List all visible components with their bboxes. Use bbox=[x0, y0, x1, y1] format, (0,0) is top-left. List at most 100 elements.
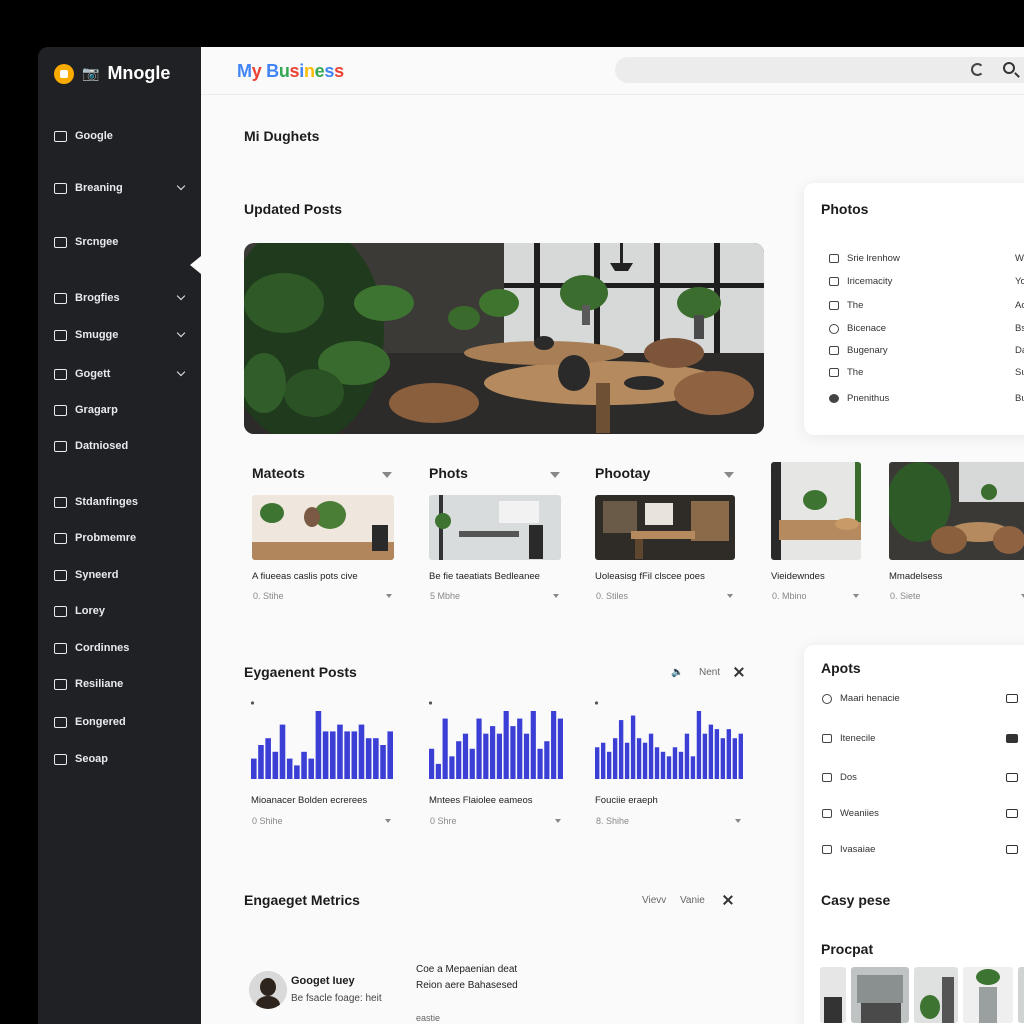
photo-item-icon bbox=[829, 277, 839, 286]
chart-bar bbox=[530, 711, 536, 779]
chart-dropdown-icon[interactable] bbox=[385, 819, 391, 823]
procpat-thumb-5[interactable] bbox=[1018, 967, 1024, 1023]
card-dropdown-icon[interactable] bbox=[382, 472, 392, 478]
engagement-next-link[interactable]: Nent bbox=[699, 667, 720, 678]
meta-dropdown-icon[interactable] bbox=[386, 594, 392, 598]
hero-cafe-image[interactable] bbox=[244, 243, 764, 434]
post-card-thumbnail[interactable] bbox=[429, 495, 561, 560]
photos-list-item[interactable]: Iricemacity bbox=[829, 276, 892, 287]
procpat-thumb-4[interactable] bbox=[963, 967, 1013, 1023]
photo-item-label: Iricemacity bbox=[847, 276, 893, 287]
apots-action-icon[interactable] bbox=[1006, 734, 1018, 743]
chart-bar bbox=[329, 731, 336, 779]
apots-action-icon[interactable] bbox=[1006, 809, 1018, 818]
post-card-thumbnail[interactable] bbox=[771, 462, 861, 560]
apots-list-item[interactable]: Itenecile bbox=[822, 733, 875, 744]
metrics-vanie-link[interactable]: Vanie bbox=[680, 895, 705, 906]
engagement-close-icon[interactable] bbox=[733, 666, 745, 678]
chart-bar bbox=[595, 747, 600, 779]
card-dropdown-icon[interactable] bbox=[724, 472, 734, 478]
sidebar-item[interactable]: Gogett bbox=[54, 367, 188, 380]
post-card-thumbnail[interactable] bbox=[252, 495, 394, 560]
chart-bar bbox=[666, 756, 672, 779]
chart-bar bbox=[630, 715, 636, 779]
card-dropdown-icon[interactable] bbox=[550, 472, 560, 478]
apots-action-icon[interactable] bbox=[1006, 845, 1018, 854]
sidebar-item[interactable]: Resiliane bbox=[54, 678, 188, 690]
sidebar-item[interactable]: Smugge bbox=[54, 328, 188, 341]
sidebar-item[interactable]: Google bbox=[54, 130, 188, 142]
procpat-thumb-4-art bbox=[963, 967, 1013, 1023]
apots-action-icon[interactable] bbox=[1006, 773, 1018, 782]
sidebar-item[interactable]: Probmemre bbox=[54, 532, 188, 544]
sidebar-item[interactable]: Lorey bbox=[54, 605, 188, 617]
meta-dropdown-icon[interactable] bbox=[553, 594, 559, 598]
chart-bar bbox=[490, 726, 496, 779]
logo-letter: s bbox=[324, 61, 335, 81]
metrics-close-icon[interactable] bbox=[722, 894, 734, 906]
google-g-icon[interactable] bbox=[971, 63, 984, 76]
sidebar-item[interactable]: Breaning bbox=[54, 181, 188, 194]
sidebar-item-icon bbox=[54, 678, 67, 690]
search-icon[interactable] bbox=[1003, 62, 1015, 74]
procpat-thumb-1[interactable] bbox=[820, 967, 846, 1023]
sidebar-item-icon bbox=[54, 292, 67, 304]
apots-list-item[interactable]: Dos bbox=[822, 772, 857, 783]
apots-panel: Apots Maari henacie Itenecile Dos Weaniies I… bbox=[804, 645, 1024, 1024]
sidebar-item-label: Stdanfinges bbox=[75, 496, 138, 508]
sidebar-item[interactable]: Cordinnes bbox=[54, 642, 188, 654]
sidebar-item[interactable]: Datniosed bbox=[54, 440, 188, 452]
chevron-down-icon[interactable] bbox=[176, 291, 186, 301]
app-logo[interactable]: My Business bbox=[237, 61, 344, 82]
sidebar-item-label: Seoap bbox=[75, 753, 109, 765]
chart-dropdown-icon[interactable] bbox=[555, 819, 561, 823]
sidebar-item[interactable]: Seoap bbox=[54, 753, 188, 765]
top-bar: My Business bbox=[201, 47, 1024, 95]
apots-list-item[interactable]: Ivasaiae bbox=[822, 844, 875, 855]
meta-dropdown-icon[interactable] bbox=[727, 594, 733, 598]
sidebar-item-label: Gragarp bbox=[75, 404, 118, 416]
photos-list-item[interactable]: Srie lrenhow bbox=[829, 253, 900, 264]
procpat-thumb-2[interactable] bbox=[851, 967, 909, 1023]
photos-list-item[interactable]: Bugenary bbox=[829, 345, 888, 356]
post-card-thumbnail-art bbox=[771, 462, 861, 560]
procpat-thumb-2-art bbox=[851, 967, 909, 1023]
chevron-down-icon[interactable] bbox=[176, 328, 186, 338]
photos-list-item[interactable]: The bbox=[829, 367, 863, 378]
procpat-thumb-3[interactable] bbox=[914, 967, 958, 1023]
metrics-view-link[interactable]: Vievv bbox=[642, 895, 666, 906]
sidebar-item-icon bbox=[54, 642, 67, 654]
chart-bar bbox=[612, 738, 618, 779]
metrics-detail-3: eastie bbox=[416, 1013, 441, 1023]
chart-caption: Mntees Flaiolee eameos bbox=[429, 795, 533, 806]
apots-list-item[interactable]: Weaniies bbox=[822, 808, 879, 819]
search-bar[interactable] bbox=[615, 57, 1024, 83]
sidebar-item[interactable]: Brogfies bbox=[54, 291, 188, 304]
sidebar-item[interactable]: Stdanfinges bbox=[54, 496, 188, 508]
sidebar-item[interactable]: Syneerd bbox=[54, 569, 188, 581]
apots-panel-title: Apots bbox=[821, 660, 861, 676]
sidebar-item-label: Breaning bbox=[75, 182, 123, 194]
apots-action-icon[interactable] bbox=[1006, 694, 1018, 703]
metrics-detail-1: Coe a Mepaenian deat bbox=[416, 964, 518, 975]
engagement-metrics-heading: Engaeget Metrics bbox=[244, 892, 360, 908]
chart-bar bbox=[636, 738, 642, 779]
chart-dropdown-icon[interactable] bbox=[735, 819, 741, 823]
apots-list-item[interactable]: Maari henacie bbox=[822, 693, 900, 704]
chart-bar bbox=[442, 718, 448, 779]
sidebar-item[interactable]: Eongered bbox=[54, 716, 188, 728]
photos-list-item[interactable]: Pnenithus bbox=[829, 393, 889, 404]
avatar[interactable] bbox=[249, 971, 287, 1009]
chevron-down-icon[interactable] bbox=[176, 181, 186, 191]
speaker-icon[interactable]: 🔈 bbox=[671, 667, 683, 678]
photo-item-value: Yo bbox=[1015, 276, 1024, 287]
brand[interactable]: 📷 Mnogle bbox=[54, 63, 170, 84]
photos-list-item[interactable]: The bbox=[829, 300, 863, 311]
chevron-down-icon[interactable] bbox=[176, 367, 186, 377]
sidebar-item[interactable]: Gragarp bbox=[54, 404, 188, 416]
post-card-thumbnail[interactable] bbox=[889, 462, 1024, 560]
photos-list-item[interactable]: Bicenace bbox=[829, 323, 886, 334]
meta-dropdown-icon[interactable] bbox=[853, 594, 859, 598]
post-card-thumbnail[interactable] bbox=[595, 495, 735, 560]
sidebar-item[interactable]: Srcngee bbox=[54, 236, 188, 248]
